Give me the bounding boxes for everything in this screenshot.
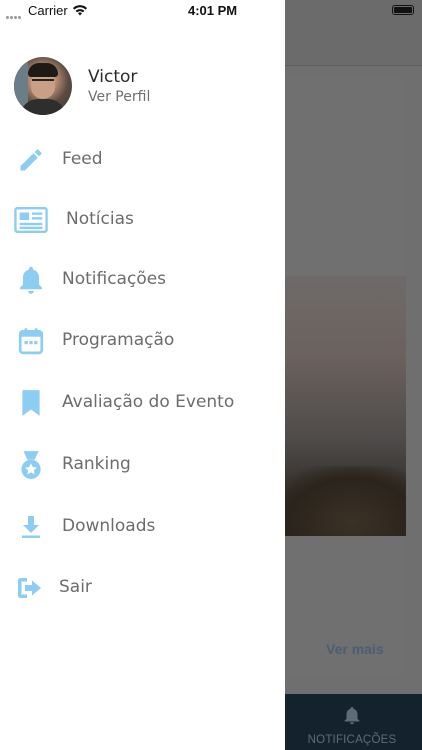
menu-item-label: Downloads [62, 516, 156, 536]
clock: 4:01 PM [188, 3, 238, 18]
menu-item-notificacoes[interactable]: Notificações [0, 256, 285, 304]
wifi-icon [73, 5, 87, 16]
download-icon [14, 511, 48, 543]
menu-item-programacao[interactable]: Programação [0, 317, 285, 365]
newspaper-icon [14, 204, 48, 236]
menu-item-noticias[interactable]: Notícias [0, 196, 285, 244]
profile-header[interactable]: Victor Ver Perfil [14, 57, 274, 115]
menu-item-sair[interactable]: Sair [0, 564, 285, 612]
menu-item-feed[interactable]: Feed [0, 136, 285, 184]
carrier-label: Carrier [28, 3, 68, 18]
tab-notificacoes[interactable]: NOTIFICAÇÕES [300, 700, 404, 748]
menu-item-downloads[interactable]: Downloads [0, 503, 285, 551]
profile-name: Victor [88, 67, 138, 87]
bookmark-icon [14, 387, 48, 419]
signal-dots-icon [6, 7, 26, 19]
battery-icon [392, 5, 414, 15]
pencil-icon [14, 144, 48, 176]
menu-item-avaliacao-do-evento[interactable]: Avaliação do Evento [0, 379, 285, 427]
ver-mais-link[interactable]: Ver mais [326, 641, 384, 657]
side-drawer: Victor Ver Perfil Feed Notícias Notifica… [0, 0, 285, 750]
status-bar: Carrier 4:01 PM [0, 0, 422, 22]
avatar[interactable] [14, 57, 72, 115]
view-profile-link[interactable]: Ver Perfil [88, 89, 150, 105]
menu-item-label: Avaliação do Evento [62, 392, 235, 412]
medal-icon [14, 449, 48, 481]
background-card-photo [270, 276, 406, 536]
bell-icon [14, 264, 48, 296]
menu-item-label: Notícias [66, 209, 134, 229]
tab-notificacoes-label: NOTIFICAÇÕES [307, 734, 397, 746]
menu-item-ranking[interactable]: Ranking [0, 441, 285, 489]
calendar-icon [14, 325, 48, 357]
logout-icon [14, 572, 48, 604]
menu-item-label: Sair [59, 577, 92, 597]
menu-item-label: Feed [62, 149, 103, 169]
menu-item-label: Notificações [62, 269, 167, 289]
bell-icon [344, 706, 360, 725]
menu-item-label: Programação [62, 330, 175, 350]
menu-item-label: Ranking [62, 454, 131, 474]
